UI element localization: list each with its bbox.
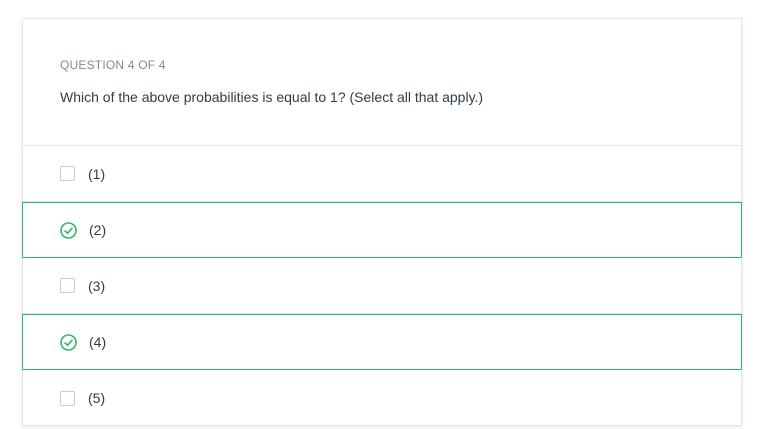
options-list: (1) (2) (3) (4) (5) <box>22 146 742 426</box>
quiz-card: QUESTION 4 OF 4 Which of the above proba… <box>22 18 742 426</box>
option-3[interactable]: (3) <box>23 258 741 314</box>
question-text: Which of the above probabilities is equa… <box>60 89 484 105</box>
question-number: QUESTION 4 OF 4 <box>60 58 166 72</box>
question-header: QUESTION 4 OF 4 Which of the above proba… <box>23 19 741 146</box>
checkbox-empty-icon[interactable] <box>60 390 75 406</box>
option-label: (1) <box>88 165 106 182</box>
option-label: (2) <box>89 222 107 238</box>
checkbox-empty-icon[interactable] <box>60 278 75 293</box>
option-label: (5) <box>88 390 106 406</box>
option-5[interactable]: (5) <box>23 370 741 426</box>
option-label: (4) <box>89 334 107 350</box>
check-circle-icon[interactable] <box>60 221 77 239</box>
option-label: (3) <box>88 277 106 294</box>
check-circle-icon[interactable] <box>60 333 77 351</box>
option-4[interactable]: (4) <box>22 314 742 370</box>
option-2[interactable]: (2) <box>22 202 742 258</box>
checkbox-empty-icon[interactable] <box>60 166 75 181</box>
option-1[interactable]: (1) <box>23 146 741 202</box>
